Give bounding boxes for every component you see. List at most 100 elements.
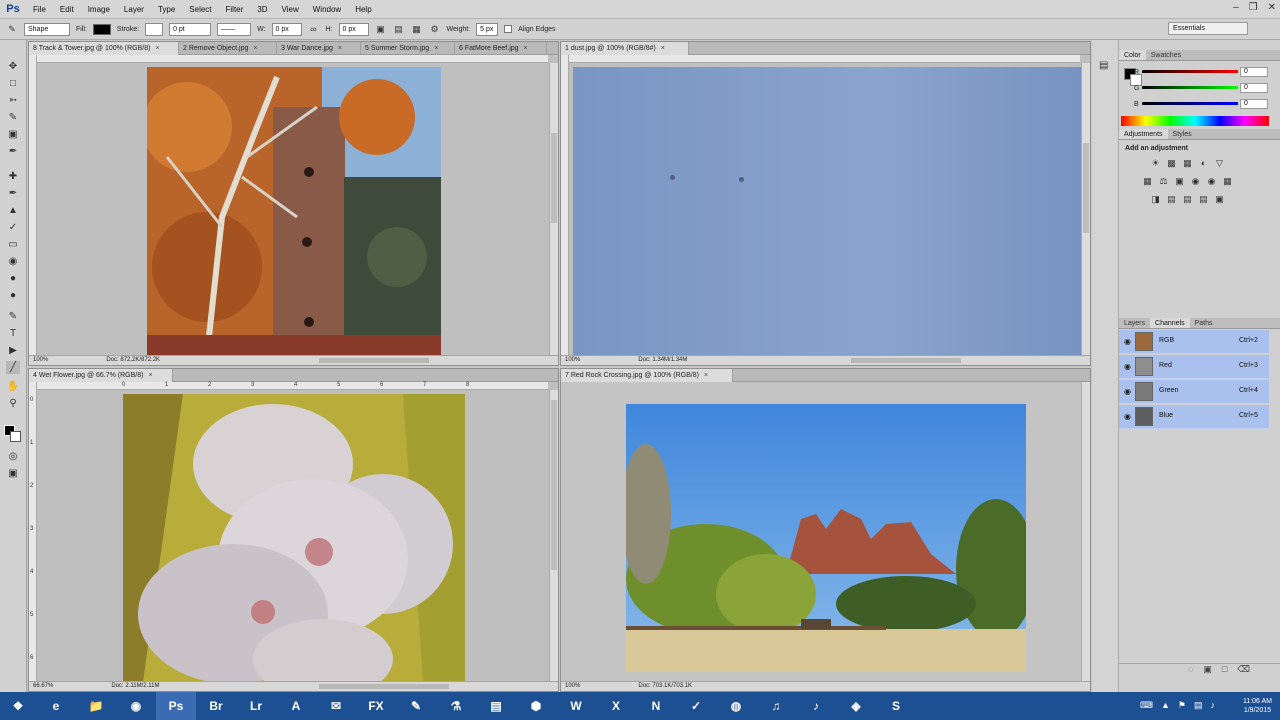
history-panel-icon[interactable]: ▤ bbox=[1099, 60, 1108, 71]
taskbar-app-10[interactable]: ✎ bbox=[396, 692, 436, 720]
exposure-icon[interactable]: ◐ bbox=[1198, 158, 1209, 168]
path-alignment-icon[interactable]: ▤ bbox=[393, 23, 405, 35]
blue-value-field[interactable]: 0 bbox=[1240, 99, 1268, 109]
workspace-switcher[interactable]: Essentials bbox=[1168, 22, 1248, 35]
close-tab-icon[interactable]: × bbox=[704, 372, 708, 379]
tool-mode-select[interactable]: Shape bbox=[24, 22, 70, 36]
tab-color[interactable]: Color bbox=[1119, 50, 1146, 60]
tab-layers[interactable]: Layers bbox=[1119, 318, 1150, 328]
taskbar-fx[interactable]: FX bbox=[356, 692, 396, 720]
color-spectrum-bar[interactable] bbox=[1121, 116, 1269, 126]
dust-image[interactable] bbox=[573, 67, 1081, 356]
red-value-field[interactable]: 0 bbox=[1240, 67, 1268, 77]
vertical-scrollbar[interactable] bbox=[549, 390, 558, 681]
taskbar-lightroom[interactable]: Lr bbox=[236, 692, 276, 720]
tab-paths[interactable]: Paths bbox=[1190, 318, 1218, 328]
color-balance-icon[interactable]: ⚖ bbox=[1158, 176, 1169, 186]
vibrance-icon[interactable]: ▽ bbox=[1214, 158, 1225, 168]
tab-adjustments[interactable]: Adjustments bbox=[1119, 129, 1168, 139]
channel-row-blue[interactable]: ◉ Blue Ctrl+5 bbox=[1119, 405, 1269, 429]
lasso-tool-icon[interactable]: ➳ bbox=[6, 94, 20, 107]
quick-mask-icon[interactable]: ◎ bbox=[6, 450, 20, 463]
horizontal-scroll-thumb[interactable] bbox=[851, 358, 961, 363]
tab-fatmore-beef[interactable]: 6 FatMore Beef.jpg × bbox=[455, 42, 547, 55]
menu-image[interactable]: Image bbox=[81, 5, 117, 14]
eye-icon[interactable]: ◉ bbox=[1124, 387, 1131, 396]
selective-color-icon[interactable]: ▣ bbox=[1214, 194, 1225, 204]
weight-field[interactable]: 5 px bbox=[476, 22, 499, 36]
black-white-icon[interactable]: ▣ bbox=[1174, 176, 1185, 186]
close-icon[interactable]: ✕ bbox=[1268, 2, 1276, 13]
dodge-tool-icon[interactable]: ● bbox=[6, 289, 20, 302]
menu-layer[interactable]: Layer bbox=[117, 5, 151, 14]
tab-remove-object[interactable]: 2 Remove Object.jpg × bbox=[179, 42, 277, 55]
menu-file[interactable]: File bbox=[26, 5, 53, 14]
taskbar-app-20[interactable]: ♪ bbox=[796, 692, 836, 720]
menu-filter[interactable]: Filter bbox=[219, 5, 251, 14]
align-edges-checkbox[interactable] bbox=[504, 25, 513, 33]
type-tool-icon[interactable]: T bbox=[6, 327, 20, 340]
zoom-level[interactable]: 100% bbox=[565, 682, 580, 691]
start-button[interactable]: ❖ bbox=[0, 692, 36, 720]
vertical-scrollbar[interactable] bbox=[1081, 63, 1090, 355]
posterize-icon[interactable]: ▤ bbox=[1166, 194, 1177, 204]
menu-type[interactable]: Type bbox=[151, 5, 182, 14]
system-clock[interactable]: 11:06 AM 1/9/2015 bbox=[1243, 697, 1272, 715]
photo-filter-icon[interactable]: ◉ bbox=[1190, 176, 1201, 186]
new-channel-icon[interactable]: □ bbox=[1222, 664, 1227, 677]
taskbar-app-13[interactable]: ⬢ bbox=[516, 692, 556, 720]
tab-swatches[interactable]: Swatches bbox=[1146, 50, 1186, 60]
green-value-field[interactable]: 0 bbox=[1240, 83, 1268, 93]
vertical-scrollbar[interactable] bbox=[549, 63, 558, 355]
tab-track-tower[interactable]: 8 Track & Tower.jpg @ 100% (RGB/8) × bbox=[29, 42, 179, 55]
marquee-tool-icon[interactable]: □ bbox=[6, 77, 20, 90]
pen-tool-icon[interactable]: ✎ bbox=[6, 310, 20, 323]
flag-icon[interactable]: ⚑ bbox=[1178, 700, 1186, 711]
taskbar-excel[interactable]: X bbox=[596, 692, 636, 720]
track-tower-image[interactable] bbox=[147, 67, 441, 355]
tab-channels[interactable]: Channels bbox=[1150, 318, 1190, 328]
crop-tool-icon[interactable]: ▣ bbox=[6, 128, 20, 141]
zoom-level[interactable]: 66.67% bbox=[33, 682, 53, 691]
vertical-scroll-thumb[interactable] bbox=[551, 133, 557, 223]
hand-tool-icon[interactable]: ✋ bbox=[6, 380, 20, 393]
red-slider[interactable] bbox=[1142, 70, 1238, 73]
close-tab-icon[interactable]: × bbox=[338, 45, 342, 52]
channel-mixer-icon[interactable]: ◉ bbox=[1206, 176, 1217, 186]
screen-mode-icon[interactable]: ▣ bbox=[6, 467, 20, 480]
tab-red-rock[interactable]: 7 Red Rock Crossing.jpg @ 100% (RGB/8) × bbox=[561, 369, 733, 382]
stroke-type-select[interactable]: —— bbox=[217, 22, 252, 36]
zoom-level[interactable]: 100% bbox=[33, 356, 48, 365]
close-tab-icon[interactable]: × bbox=[661, 45, 665, 52]
curves-icon[interactable]: ▦ bbox=[1182, 158, 1193, 168]
taskbar-word[interactable]: W bbox=[556, 692, 596, 720]
wet-flower-image[interactable] bbox=[123, 394, 465, 682]
menu-select[interactable]: Select bbox=[182, 5, 218, 14]
close-tab-icon[interactable]: × bbox=[155, 45, 159, 52]
taskbar-app-21[interactable]: ◈ bbox=[836, 692, 876, 720]
close-tab-icon[interactable]: × bbox=[524, 45, 528, 52]
doc-size[interactable]: Doc: 2.11M/2.11M bbox=[111, 682, 159, 691]
stroke-swatch[interactable] bbox=[145, 22, 164, 36]
brush-tool-icon[interactable]: ✒ bbox=[6, 187, 20, 200]
color-lookup-icon[interactable]: ▦ bbox=[1222, 176, 1233, 186]
taskbar-onenote[interactable]: N bbox=[636, 692, 676, 720]
stroke-width-field[interactable]: 0 pt bbox=[169, 22, 212, 36]
move-tool-icon[interactable]: ✥ bbox=[6, 60, 20, 73]
history-brush-tool-icon[interactable]: ✓ bbox=[6, 221, 20, 234]
eye-icon[interactable]: ◉ bbox=[1124, 362, 1131, 371]
tab-war-dance[interactable]: 3 War Dance.jpg × bbox=[277, 42, 361, 55]
taskbar-itunes[interactable]: ♫ bbox=[756, 692, 796, 720]
vertical-scrollbar[interactable] bbox=[1081, 382, 1090, 681]
gradient-map-icon[interactable]: ▤ bbox=[1198, 194, 1209, 204]
link-icon[interactable]: ∞ bbox=[308, 23, 320, 35]
levels-icon[interactable]: ▩ bbox=[1166, 158, 1177, 168]
healing-brush-tool-icon[interactable]: ✚ bbox=[6, 170, 20, 183]
tab-styles[interactable]: Styles bbox=[1168, 129, 1197, 139]
taskbar-ie[interactable]: e bbox=[36, 692, 76, 720]
doc-size[interactable]: Doc: 703.1K/703.1K bbox=[638, 682, 692, 691]
path-operations-icon[interactable]: ▣ bbox=[375, 23, 387, 35]
clone-stamp-tool-icon[interactable]: ▲ bbox=[6, 204, 20, 217]
taskbar-bridge[interactable]: Br bbox=[196, 692, 236, 720]
load-selection-icon[interactable]: ◌ bbox=[1188, 664, 1193, 677]
